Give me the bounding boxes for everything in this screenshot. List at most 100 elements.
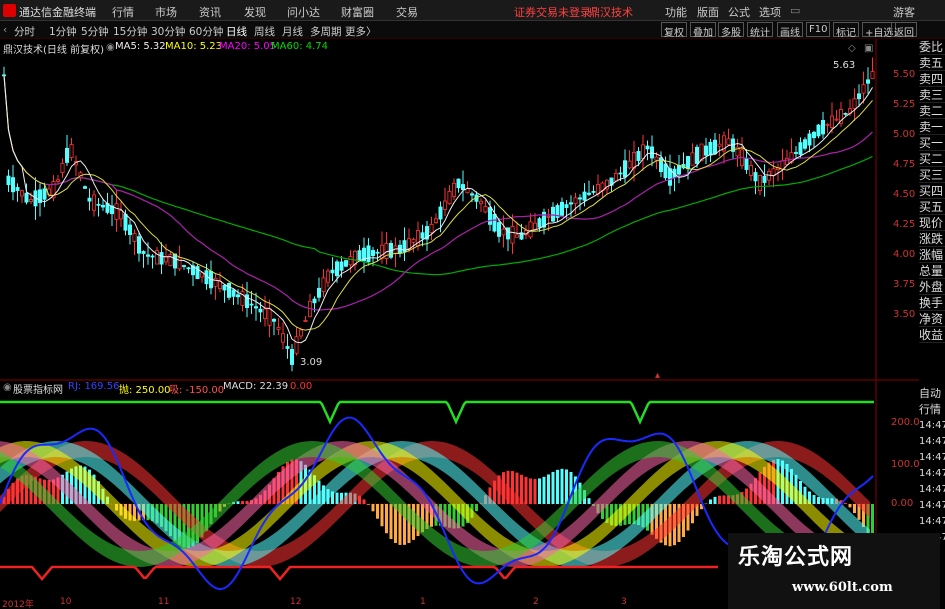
quote-label[interactable]: 买二: [919, 151, 945, 167]
f10-button[interactable]: F10: [806, 22, 831, 37]
period-15min[interactable]: 15分钟: [113, 24, 147, 39]
quote-label[interactable]: 买五: [919, 199, 945, 215]
candle-body: [271, 318, 276, 322]
quote-label[interactable]: 卖四: [919, 71, 945, 87]
tongji-button[interactable]: 统计: [747, 22, 773, 39]
marker-icon: ▴: [655, 370, 661, 381]
ma20-label: MA20: 5.05: [219, 41, 277, 52]
diamond-icon[interactable]: ◇: [848, 43, 856, 54]
menu-xuanxiang[interactable]: 选项: [759, 4, 781, 20]
period-5min[interactable]: 5分钟: [81, 24, 109, 39]
quote-label[interactable]: 净资: [919, 311, 945, 327]
candle-body: [69, 144, 74, 158]
quote-label[interactable]: 买一: [919, 135, 945, 151]
sell-level-label: 吸: -150.00: [169, 385, 225, 396]
candle-body: [564, 204, 569, 208]
candle-body: [533, 222, 538, 230]
menu-gongshi[interactable]: 公式: [728, 4, 750, 20]
menu-zixun[interactable]: 资讯: [199, 4, 221, 20]
candle-body: [222, 284, 227, 291]
candle-body: [591, 191, 596, 193]
macd-bar: [551, 471, 555, 504]
low-price-label: 3.09: [300, 357, 323, 368]
diejia-button[interactable]: 叠加: [690, 22, 716, 39]
period-day[interactable]: 日线: [226, 24, 247, 39]
quote-label[interactable]: 现价: [919, 215, 945, 231]
quote-label[interactable]: 委比: [919, 39, 945, 55]
candle-body: [303, 320, 308, 322]
candle-body: [744, 158, 749, 170]
ma-gear-icon[interactable]: ◉: [106, 42, 115, 53]
indicator-gear-icon[interactable]: ◉: [3, 382, 12, 393]
quote-label[interactable]: 换手: [919, 295, 945, 311]
quote-label[interactable]: 涨跌: [919, 231, 945, 247]
menu-wenxiaoda[interactable]: 问小达: [287, 4, 320, 20]
ind-y-tick: 0.00: [891, 498, 914, 509]
candle-body: [181, 265, 186, 267]
period-fenshi[interactable]: 分时: [14, 24, 35, 39]
candle-body: [812, 131, 817, 139]
period-toolbar: ‹ 分时 1分钟 5分钟 15分钟 30分钟 60分钟 日线 周线 月线 多周期…: [0, 21, 945, 39]
back-button[interactable]: 返回: [891, 22, 917, 39]
ma10-label: MA10: 5.23: [165, 41, 223, 52]
quote-label[interactable]: 卖三: [919, 87, 945, 103]
quote-label[interactable]: 收益: [919, 327, 945, 343]
guest-label[interactable]: 游客: [893, 4, 915, 20]
watermark: 乐淘公式网 www.60lt.com: [728, 533, 940, 609]
quote-label[interactable]: 总量: [919, 263, 945, 279]
candle-body: [294, 336, 299, 354]
candle-body: [632, 152, 637, 169]
period-more[interactable]: 更多: [345, 24, 366, 39]
duogu-button[interactable]: 多股: [718, 22, 744, 39]
candle-body: [312, 298, 317, 304]
fuquan-button[interactable]: 复权: [661, 22, 687, 39]
quote-label[interactable]: 卖五: [919, 55, 945, 71]
huaxian-button[interactable]: 画线: [777, 22, 803, 39]
menu-gongneng[interactable]: 功能: [665, 4, 687, 20]
candle-body: [569, 202, 574, 205]
time-label[interactable]: 自动: [919, 386, 945, 402]
candle-body: [861, 84, 866, 94]
period-month[interactable]: 月线: [282, 24, 303, 39]
macd-bar: [538, 478, 541, 504]
candle-body: [213, 277, 218, 287]
time-label[interactable]: 行情: [919, 402, 945, 418]
candle-body: [145, 254, 150, 257]
ind-y-tick: 200.0: [891, 417, 920, 428]
menu-shichang[interactable]: 市场: [155, 4, 177, 20]
candle-body: [19, 190, 24, 197]
period-multi[interactable]: 多周期: [310, 24, 342, 39]
period-60min[interactable]: 60分钟: [189, 24, 223, 39]
login-notice[interactable]: 证券交易未登录: [514, 4, 591, 20]
candle-body: [469, 193, 474, 196]
quote-label[interactable]: 涨幅: [919, 247, 945, 263]
candle-body: [456, 178, 461, 189]
candle-body: [717, 143, 722, 147]
period-30min[interactable]: 30分钟: [151, 24, 185, 39]
quote-label[interactable]: 外盘: [919, 279, 945, 295]
candlestick-chart[interactable]: [0, 39, 919, 381]
candle-body: [492, 214, 497, 232]
toolbar-arrow-icon[interactable]: ‹: [3, 24, 7, 36]
menu-banmian[interactable]: 版面: [697, 4, 719, 20]
candle-body: [101, 204, 106, 208]
minimize-icon[interactable]: ▭: [790, 4, 800, 17]
period-1min[interactable]: 1分钟: [49, 24, 77, 39]
more-arrow-icon[interactable]: 〉: [366, 24, 377, 39]
quote-label[interactable]: 卖二: [919, 103, 945, 119]
candle-body: [235, 294, 240, 298]
quote-label[interactable]: 卖一: [919, 119, 945, 135]
biaoji-button[interactable]: 标记: [833, 22, 859, 39]
menu-hangqing[interactable]: 行情: [112, 4, 134, 20]
quote-label[interactable]: 买三: [919, 167, 945, 183]
stock-name-title: 鼎汉技术: [589, 6, 633, 19]
candle-body: [816, 124, 821, 137]
quote-label[interactable]: 买四: [919, 183, 945, 199]
menu-faxian[interactable]: 发现: [244, 4, 266, 20]
period-week[interactable]: 周线: [254, 24, 275, 39]
menu-caifuquan[interactable]: 财富圈: [341, 4, 374, 20]
menu-jiaoyi[interactable]: 交易: [396, 4, 418, 20]
panel-toggle-icon[interactable]: ▣: [864, 43, 873, 54]
candle-body: [537, 218, 542, 228]
candle-body: [618, 172, 623, 175]
